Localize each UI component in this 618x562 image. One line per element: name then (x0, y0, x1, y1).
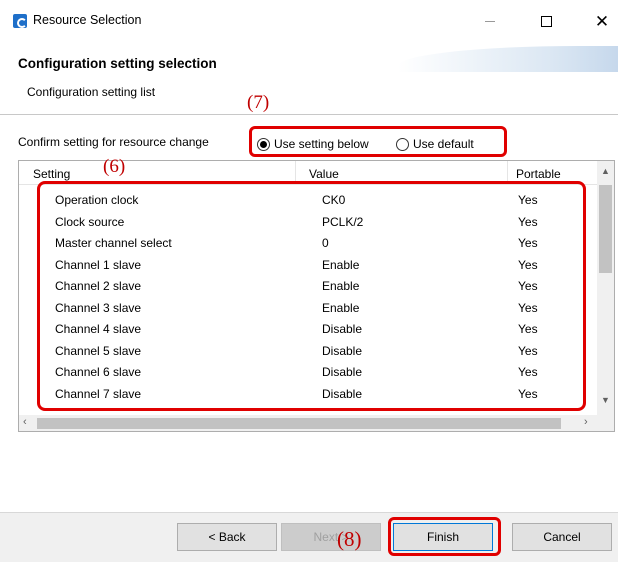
horizontal-scrollbar[interactable]: ‹ › (19, 415, 597, 431)
annotation-8: (8) (337, 527, 362, 551)
close-icon: ✕ (594, 11, 610, 31)
scroll-right-icon[interactable]: › (584, 416, 588, 428)
wizard-header: Configuration setting selection Configur… (0, 40, 618, 108)
cell-setting: Channel 6 slave (55, 365, 142, 379)
use-setting-below-radio[interactable]: Use setting below (257, 137, 369, 151)
table-row[interactable]: Channel 7 slave Disable Yes (19, 384, 597, 406)
cell-portable: Yes (518, 343, 538, 358)
cell-value: CK0 (322, 193, 346, 207)
scroll-down-icon[interactable]: ▼ (601, 395, 610, 405)
cell-portable: Yes (518, 386, 538, 401)
cell-value: PCLK/2 (322, 214, 364, 229)
app-icon (13, 14, 27, 28)
page-subtitle: Configuration setting list (27, 85, 156, 99)
table-row[interactable]: Channel 1 slave Enable Yes (19, 255, 597, 277)
minimize-icon (485, 20, 495, 22)
finish-button[interactable]: Finish (393, 523, 493, 551)
annotation-6: (6) (103, 156, 126, 177)
window-title: Resource Selection (33, 13, 142, 27)
next-button[interactable]: Next > (281, 523, 381, 551)
vertical-scrollbar[interactable]: ▲ ▼ (597, 161, 614, 415)
cell-portable: Yes (518, 214, 538, 229)
page-title: Configuration setting selection (18, 56, 217, 71)
cell-setting: Channel 2 slave (55, 279, 142, 293)
cell-value: Disable (322, 322, 363, 336)
cell-portable: Yes (518, 365, 538, 379)
cell-value: Enable (322, 300, 360, 315)
radio-label: Use setting below (274, 137, 369, 151)
cell-setting: Channel 4 slave (55, 322, 142, 336)
cell-portable: Yes (518, 279, 538, 293)
table-row[interactable]: Channel 3 slave Enable Yes (19, 298, 597, 320)
cancel-button[interactable]: Cancel (512, 523, 612, 551)
cell-portable: Yes (518, 193, 538, 207)
table-row[interactable]: Channel 5 slave Disable Yes (19, 341, 597, 363)
table-row[interactable]: Clock source PCLK/2 Yes (19, 212, 597, 234)
column-header-setting[interactable]: Setting (33, 167, 70, 181)
cell-value: Enable (322, 257, 360, 272)
column-header-value[interactable]: Value (309, 167, 339, 181)
minimize-button[interactable] (470, 8, 510, 34)
vertical-scroll-thumb[interactable] (599, 185, 612, 273)
table-row[interactable]: Operation clock CK0 Yes (19, 190, 597, 212)
back-button[interactable]: < Back (177, 523, 277, 551)
cell-portable: Yes (518, 236, 538, 250)
scrollbar-corner (597, 415, 614, 431)
close-button[interactable]: ✕ (582, 8, 618, 34)
settings-table: Setting Value Portable Operation clock C… (18, 160, 615, 432)
maximize-icon (540, 15, 552, 27)
radio-group-highlight: Use setting below Use default (249, 126, 507, 157)
cell-setting: Clock source (55, 214, 125, 229)
cell-setting: Channel 5 slave (55, 343, 142, 358)
cell-value: Disable (322, 386, 363, 401)
cell-setting: Channel 7 slave (55, 386, 142, 401)
column-divider[interactable] (507, 161, 508, 185)
cell-value: Disable (322, 365, 363, 379)
column-divider[interactable] (295, 161, 296, 185)
cell-portable: Yes (518, 257, 538, 272)
use-default-radio[interactable]: Use default (396, 137, 474, 151)
confirm-label: Confirm setting for resource change (18, 135, 209, 149)
scroll-left-icon[interactable]: ‹ (23, 416, 27, 428)
header-decoration (398, 46, 618, 72)
table-row[interactable]: Channel 2 slave Enable Yes (19, 276, 597, 298)
table-row[interactable]: Master channel select 0 Yes (19, 233, 597, 255)
radio-label: Use default (413, 137, 474, 151)
radio-unchecked-icon (396, 137, 409, 151)
column-header-portable[interactable]: Portable (516, 167, 561, 181)
cell-value: Disable (322, 343, 363, 358)
table-row[interactable]: Channel 6 slave Disable Yes (19, 362, 597, 384)
annotation-7: (7) (247, 92, 270, 113)
cell-setting: Channel 1 slave (55, 257, 142, 272)
horizontal-scroll-thumb[interactable] (37, 418, 561, 429)
cell-value: Enable (322, 279, 360, 293)
cell-setting: Channel 3 slave (55, 300, 142, 315)
radio-checked-icon (257, 137, 270, 151)
table-row[interactable]: Channel 4 slave Disable Yes (19, 319, 597, 341)
maximize-button[interactable] (526, 8, 566, 34)
button-bar-divider (0, 512, 618, 513)
cell-portable: Yes (518, 322, 538, 336)
cell-portable: Yes (518, 300, 538, 315)
header-divider (0, 114, 618, 115)
cell-setting: Master channel select (55, 236, 172, 250)
cell-value: 0 (322, 236, 329, 250)
title-bar: Resource Selection ✕ (0, 0, 618, 40)
cell-setting: Operation clock (55, 193, 139, 207)
scroll-up-icon[interactable]: ▲ (601, 166, 610, 176)
